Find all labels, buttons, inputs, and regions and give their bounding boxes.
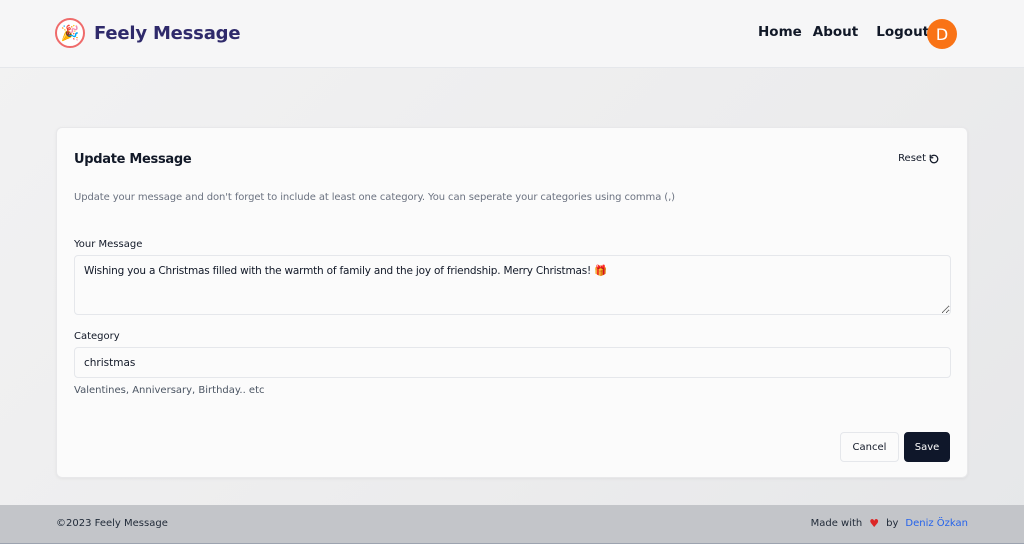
- rotate-ccw-icon: [929, 154, 939, 164]
- made-with-text: Made with: [810, 518, 863, 529]
- update-message-card: Update Message Reset Update your message…: [56, 127, 968, 478]
- avatar[interactable]: D: [927, 19, 957, 49]
- copyright: ©2023 Feely Message: [56, 518, 168, 529]
- category-label: Category: [74, 331, 120, 342]
- party-popper-icon: 🎉: [55, 18, 85, 48]
- made-with: Made with ♥ by Deniz Özkan: [811, 518, 968, 529]
- nav-logout-link[interactable]: Logout: [876, 24, 929, 40]
- category-input[interactable]: [74, 347, 951, 378]
- reset-label: Reset: [898, 153, 926, 164]
- cancel-button[interactable]: Cancel: [840, 432, 899, 462]
- save-button[interactable]: Save: [904, 432, 950, 462]
- heart-icon: ♥: [869, 517, 880, 530]
- message-label: Your Message: [74, 239, 143, 250]
- nav-about-link[interactable]: About: [813, 24, 858, 40]
- brand-name: Feely Message: [94, 22, 241, 44]
- card-title: Update Message: [74, 152, 192, 167]
- footer: ©2023 Feely Message Made with ♥ by Deniz…: [0, 505, 1024, 544]
- category-hint: Valentines, Anniversary, Birthday.. etc: [74, 385, 265, 396]
- message-textarea[interactable]: Wishing you a Christmas filled with the …: [74, 255, 951, 315]
- navbar: 🎉 Feely Message Home About Logout D: [0, 0, 1024, 68]
- brand[interactable]: 🎉 Feely Message: [55, 18, 241, 48]
- author-link[interactable]: Deniz Özkan: [905, 518, 968, 529]
- by-text: by: [886, 518, 899, 529]
- card-description: Update your message and don't forget to …: [74, 192, 675, 203]
- reset-button[interactable]: Reset: [898, 153, 939, 164]
- nav-home-link[interactable]: Home: [758, 24, 802, 40]
- nav-links: Home About Logout: [758, 24, 929, 40]
